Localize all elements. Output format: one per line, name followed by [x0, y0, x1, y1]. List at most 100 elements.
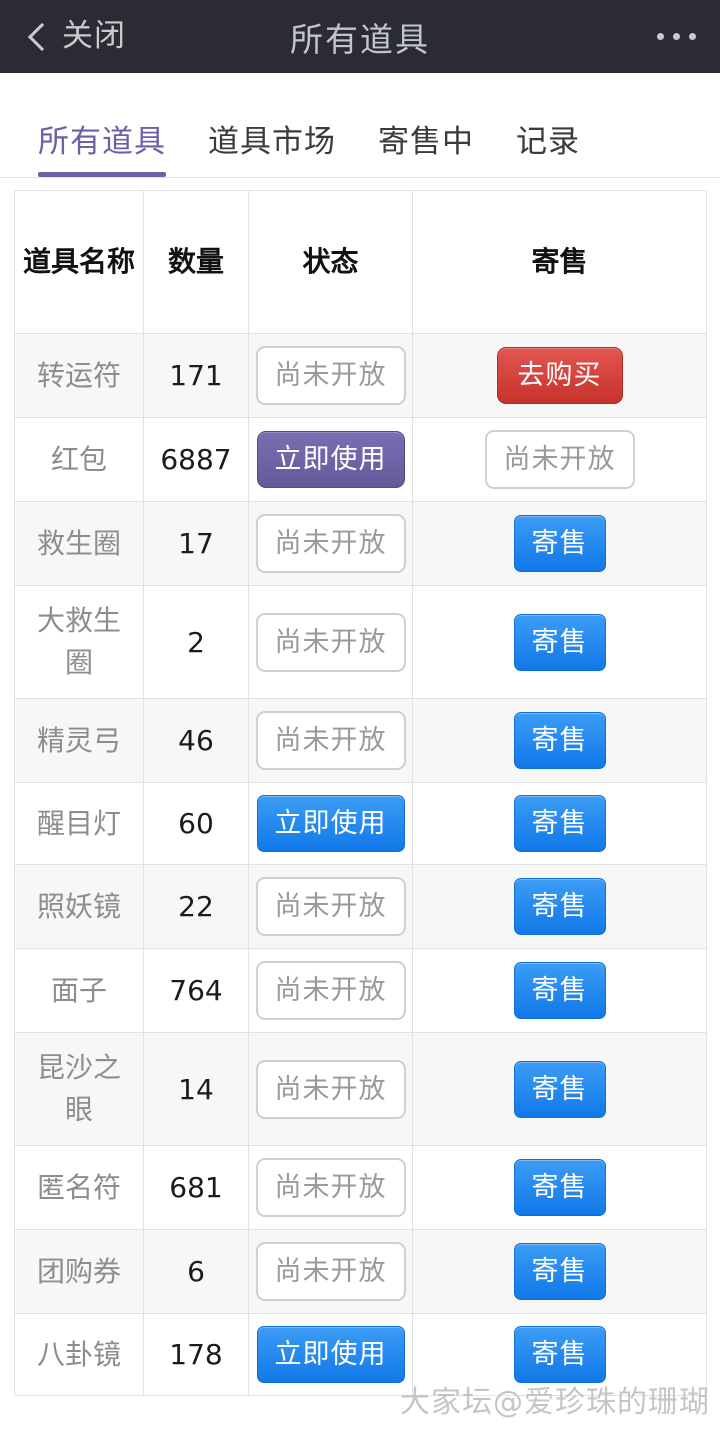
sell-button[interactable]: 寄售: [513, 712, 606, 769]
table-row: 面子 764 尚未开放 寄售: [14, 948, 707, 1033]
tab-bar: 所有道具 道具市场 寄售中 记录: [0, 73, 720, 178]
items-table: 道具名称 数量 状态 寄售 转运符 171 尚未开放 去购买 红包 6887 立即使用 尚未开…: [14, 190, 707, 1396]
sell-button[interactable]: 寄售: [513, 1159, 606, 1216]
cell-status: 尚未开放: [248, 948, 413, 1033]
column-header-qty: 数量: [143, 190, 249, 334]
sell-button[interactable]: 去购买: [496, 347, 623, 404]
sell-button[interactable]: 寄售: [513, 795, 606, 852]
cell-item-name: 团购券: [14, 1229, 144, 1314]
table-row: 八卦镜 178 立即使用 寄售: [14, 1313, 707, 1396]
table-row: 精灵弓 46 尚未开放 寄售: [14, 698, 707, 783]
table-row: 团购券 6 尚未开放 寄售: [14, 1229, 707, 1314]
cell-item-name: 红包: [14, 417, 144, 502]
cell-item-quantity: 6: [143, 1229, 249, 1314]
cell-sell: 寄售: [412, 1313, 707, 1396]
table-row: 照妖镜 22 尚未开放 寄售: [14, 864, 707, 949]
cell-item-quantity: 6887: [143, 417, 249, 502]
table-row: 红包 6887 立即使用 尚未开放: [14, 417, 707, 502]
cell-sell: 寄售: [412, 1032, 707, 1146]
app-root: 关闭 所有道具 所有道具 道具市场 寄售中 记录 道具名称 数量 状态 寄售 转…: [0, 0, 720, 1445]
sell-button[interactable]: 寄售: [513, 1326, 606, 1383]
table-row: 大救生圈 2 尚未开放 寄售: [14, 585, 707, 699]
cell-status: 尚未开放: [248, 585, 413, 699]
status-button: 尚未开放: [255, 612, 406, 672]
status-button: 尚未开放: [255, 514, 406, 573]
cell-item-name: 转运符: [14, 333, 144, 418]
cell-sell: 寄售: [412, 782, 707, 865]
status-button: 尚未开放: [255, 1242, 406, 1301]
status-button: 尚未开放: [255, 1059, 406, 1119]
table-header: 道具名称 数量 状态 寄售: [14, 190, 707, 334]
tab-all-items[interactable]: 所有道具: [38, 116, 166, 177]
column-header-status: 状态: [248, 190, 413, 334]
status-button[interactable]: 立即使用: [256, 431, 405, 488]
cell-status: 尚未开放: [248, 864, 413, 949]
cell-item-name: 匿名符: [14, 1145, 144, 1230]
cell-item-name: 面子: [14, 948, 144, 1033]
close-button[interactable]: 关闭: [62, 21, 126, 52]
cell-sell: 寄售: [412, 501, 707, 586]
sell-button[interactable]: 寄售: [513, 962, 606, 1019]
sell-button[interactable]: 寄售: [513, 878, 606, 935]
table-body: 转运符 171 尚未开放 去购买 红包 6887 立即使用 尚未开放 救生圈 17 尚未开放 寄售 大救…: [14, 333, 707, 1396]
more-dot-2: [673, 33, 680, 40]
status-button: 尚未开放: [255, 877, 406, 936]
cell-item-quantity: 14: [143, 1032, 249, 1146]
cell-sell: 寄售: [412, 948, 707, 1033]
table-row: 昆沙之眼 14 尚未开放 寄售: [14, 1032, 707, 1146]
tab-consigning[interactable]: 寄售中: [378, 116, 474, 177]
chevron-left-icon[interactable]: [26, 19, 48, 55]
navbar-left-group[interactable]: 关闭: [0, 19, 126, 55]
table-row: 匿名符 681 尚未开放 寄售: [14, 1145, 707, 1230]
cell-sell: 寄售: [412, 1145, 707, 1230]
tab-records[interactable]: 记录: [516, 116, 580, 177]
cell-status: 尚未开放: [248, 1229, 413, 1314]
cell-sell: 寄售: [412, 1229, 707, 1314]
cell-item-name: 大救生圈: [14, 585, 144, 699]
cell-status: 立即使用: [248, 1313, 413, 1396]
cell-item-quantity: 178: [143, 1313, 249, 1396]
cell-status: 尚未开放: [248, 698, 413, 783]
cell-item-quantity: 17: [143, 501, 249, 586]
status-button: 尚未开放: [255, 346, 406, 405]
sell-button[interactable]: 寄售: [513, 1243, 606, 1300]
cell-item-quantity: 46: [143, 698, 249, 783]
cell-item-name: 昆沙之眼: [14, 1032, 144, 1146]
cell-item-quantity: 22: [143, 864, 249, 949]
cell-item-name: 照妖镜: [14, 864, 144, 949]
cell-status: 尚未开放: [248, 501, 413, 586]
status-button: 尚未开放: [255, 711, 406, 770]
cell-item-quantity: 2: [143, 585, 249, 699]
status-button[interactable]: 立即使用: [256, 1326, 405, 1383]
cell-sell: 寄售: [412, 864, 707, 949]
cell-status: 尚未开放: [248, 1145, 413, 1230]
table-row: 救生圈 17 尚未开放 寄售: [14, 501, 707, 586]
cell-status: 立即使用: [248, 417, 413, 502]
table-header-row: 道具名称 数量 状态 寄售: [14, 190, 707, 334]
sell-button[interactable]: 寄售: [513, 1060, 606, 1118]
cell-sell: 尚未开放: [412, 417, 707, 502]
cell-item-quantity: 681: [143, 1145, 249, 1230]
tab-item-market[interactable]: 道具市场: [208, 116, 336, 177]
sell-button[interactable]: 寄售: [513, 613, 606, 671]
status-button: 尚未开放: [255, 961, 406, 1020]
cell-item-name: 救生圈: [14, 501, 144, 586]
navbar: 关闭 所有道具: [0, 0, 720, 73]
column-header-name: 道具名称: [14, 190, 144, 334]
sell-button[interactable]: 寄售: [513, 515, 606, 572]
table-row: 醒目灯 60 立即使用 寄售: [14, 782, 707, 865]
cell-sell: 寄售: [412, 585, 707, 699]
cell-item-name: 八卦镜: [14, 1313, 144, 1396]
cell-item-name: 醒目灯: [14, 782, 144, 865]
cell-status: 尚未开放: [248, 1032, 413, 1146]
cell-item-name: 精灵弓: [14, 698, 144, 783]
table-row: 转运符 171 尚未开放 去购买: [14, 333, 707, 418]
column-header-sell: 寄售: [412, 190, 707, 334]
status-button[interactable]: 立即使用: [256, 795, 405, 852]
status-button: 尚未开放: [255, 1158, 406, 1217]
items-table-container: 道具名称 数量 状态 寄售 转运符 171 尚未开放 去购买 红包 6887 立即使用 尚未开…: [0, 178, 720, 1396]
cell-sell: 寄售: [412, 698, 707, 783]
cell-item-quantity: 60: [143, 782, 249, 865]
more-horizontal-icon[interactable]: [657, 33, 696, 40]
more-dot-3: [689, 33, 696, 40]
